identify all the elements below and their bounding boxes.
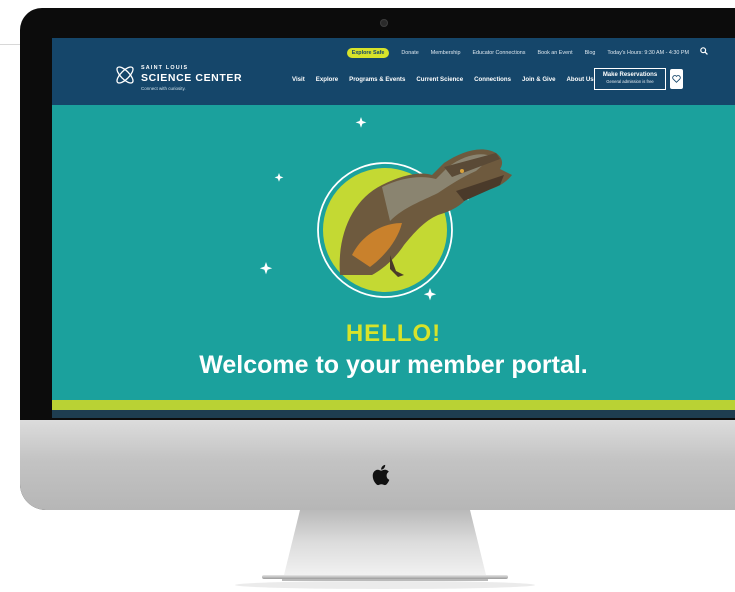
monitor-stand (235, 510, 535, 589)
